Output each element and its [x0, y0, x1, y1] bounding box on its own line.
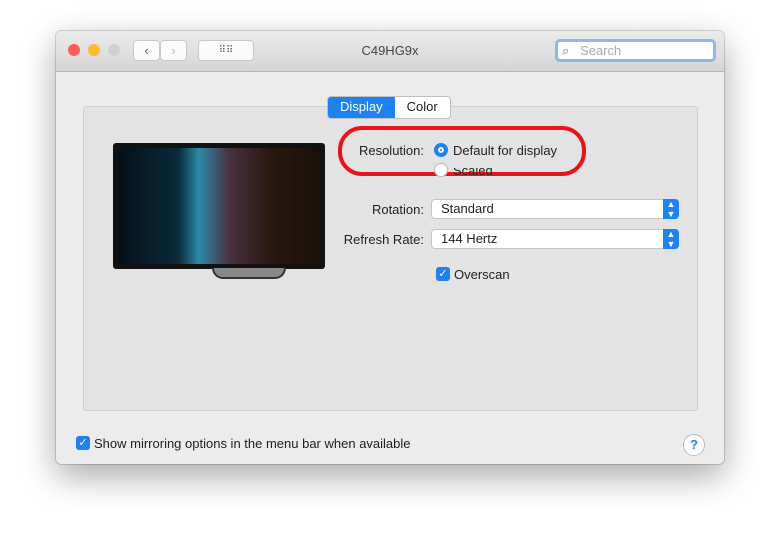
search-input[interactable]: ⌕ Search: [555, 39, 716, 62]
rotation-label: Rotation:: [371, 202, 424, 217]
rotation-select[interactable]: Standard ▲ ▼: [431, 199, 679, 219]
mirroring-label: Show mirroring options in the menu bar w…: [94, 436, 411, 451]
resolution-label: Resolution:: [358, 143, 424, 158]
refresh-rate-select[interactable]: 144 Hertz ▲ ▼: [431, 229, 679, 249]
preferences-window: ‹ › ⠿⠿ C49HG9x ⌕ Search Display Color Res…: [56, 31, 724, 464]
search-placeholder: Search: [580, 43, 622, 58]
tab-color[interactable]: Color: [394, 97, 450, 118]
rotation-value: Standard: [441, 201, 494, 216]
default-option-label: Default for display: [453, 143, 558, 158]
search-icon: ⌕: [562, 43, 570, 58]
refresh-rate-label: Refresh Rate:: [343, 232, 424, 247]
radio-scaled[interactable]: [434, 163, 448, 177]
tab-bar: Display Color: [327, 96, 451, 119]
help-button[interactable]: ?: [683, 434, 705, 456]
title-bar: ‹ › ⠿⠿ C49HG9x ⌕ Search: [56, 31, 724, 72]
tab-display[interactable]: Display: [328, 97, 395, 118]
refresh-rate-value: 144 Hertz: [441, 231, 498, 246]
stepper-arrows-icon: ▲ ▼: [663, 199, 679, 219]
radio-default[interactable]: [434, 143, 448, 157]
overscan-checkbox[interactable]: ✓: [436, 267, 450, 281]
monitor-stand: [212, 268, 286, 279]
overscan-label: Overscan: [454, 267, 510, 282]
mirroring-checkbox[interactable]: ✓: [76, 436, 90, 450]
stepper-arrows-icon: ▲ ▼: [663, 229, 679, 249]
